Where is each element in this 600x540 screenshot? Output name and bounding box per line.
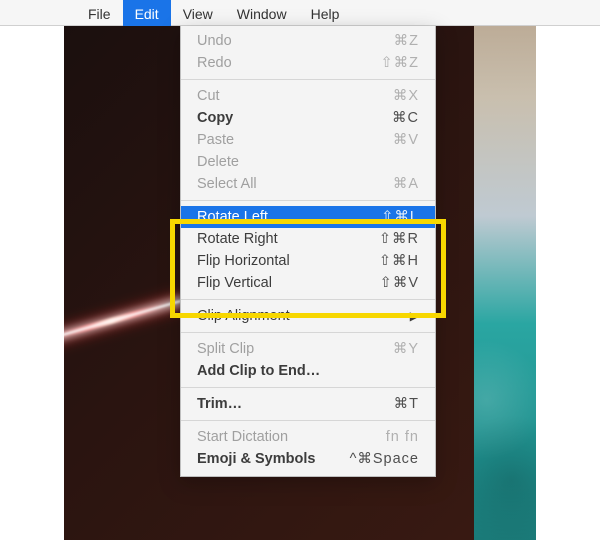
menuitem-paste: Paste ⌘V xyxy=(181,129,435,151)
submenu-arrow-icon: ▶ xyxy=(410,309,419,323)
shortcut: ⌘Y xyxy=(393,341,419,357)
shortcut: ⌘C xyxy=(392,110,419,126)
menuitem-add-clip-to-end[interactable]: Add Clip to End… xyxy=(181,360,435,382)
menuitem-flip-horizontal[interactable]: Flip Horizontal ⇧⌘H xyxy=(181,250,435,272)
menu-window[interactable]: Window xyxy=(225,0,299,26)
light-streak-core xyxy=(64,300,181,346)
menu-separator xyxy=(181,332,435,333)
menuitem-copy[interactable]: Copy ⌘C xyxy=(181,107,435,129)
video-right-strip xyxy=(474,0,536,540)
menu-edit[interactable]: Edit xyxy=(123,0,171,26)
shortcut: ⌘T xyxy=(394,396,419,412)
menuitem-redo: Redo ⇧⌘Z xyxy=(181,52,435,74)
edit-dropdown: Undo ⌘Z Redo ⇧⌘Z Cut ⌘X Copy ⌘C Paste ⌘V… xyxy=(180,26,436,477)
shortcut: ⌘Z xyxy=(394,33,419,49)
shortcut: ⇧⌘R xyxy=(379,231,419,247)
menu-view[interactable]: View xyxy=(171,0,225,26)
shortcut: ⇧⌘L xyxy=(381,209,419,225)
menuitem-split-clip: Split Clip ⌘Y xyxy=(181,338,435,360)
menu-separator xyxy=(181,299,435,300)
menuitem-flip-vertical[interactable]: Flip Vertical ⇧⌘V xyxy=(181,272,435,294)
shortcut: ⇧⌘H xyxy=(379,253,419,269)
menu-help[interactable]: Help xyxy=(299,0,352,26)
menu-separator xyxy=(181,79,435,80)
shortcut: ⇧⌘V xyxy=(380,275,419,291)
shortcut: ⌘X xyxy=(393,88,419,104)
shortcut: fn fn xyxy=(386,429,419,445)
menu-separator xyxy=(181,387,435,388)
shortcut: ⌘V xyxy=(393,132,419,148)
menuitem-emoji-symbols[interactable]: Emoji & Symbols ^⌘Space xyxy=(181,448,435,470)
menuitem-rotate-left[interactable]: Rotate Left ⇧⌘L xyxy=(181,206,435,228)
menu-separator xyxy=(181,420,435,421)
menuitem-trim[interactable]: Trim… ⌘T xyxy=(181,393,435,415)
menu-file[interactable]: File xyxy=(76,0,123,26)
menubar: File Edit View Window Help xyxy=(0,0,600,26)
menuitem-start-dictation: Start Dictation fn fn xyxy=(181,426,435,448)
menu-separator xyxy=(181,200,435,201)
shortcut: ^⌘Space xyxy=(350,451,419,467)
menuitem-rotate-right[interactable]: Rotate Right ⇧⌘R xyxy=(181,228,435,250)
shortcut: ⌘A xyxy=(393,176,419,192)
menuitem-delete: Delete xyxy=(181,151,435,173)
menuitem-undo: Undo ⌘Z xyxy=(181,30,435,52)
menuitem-select-all: Select All ⌘A xyxy=(181,173,435,195)
shortcut: ⇧⌘Z xyxy=(380,55,419,71)
menuitem-cut: Cut ⌘X xyxy=(181,85,435,107)
menuitem-clip-alignment[interactable]: Clip Alignment ▶ xyxy=(181,305,435,327)
